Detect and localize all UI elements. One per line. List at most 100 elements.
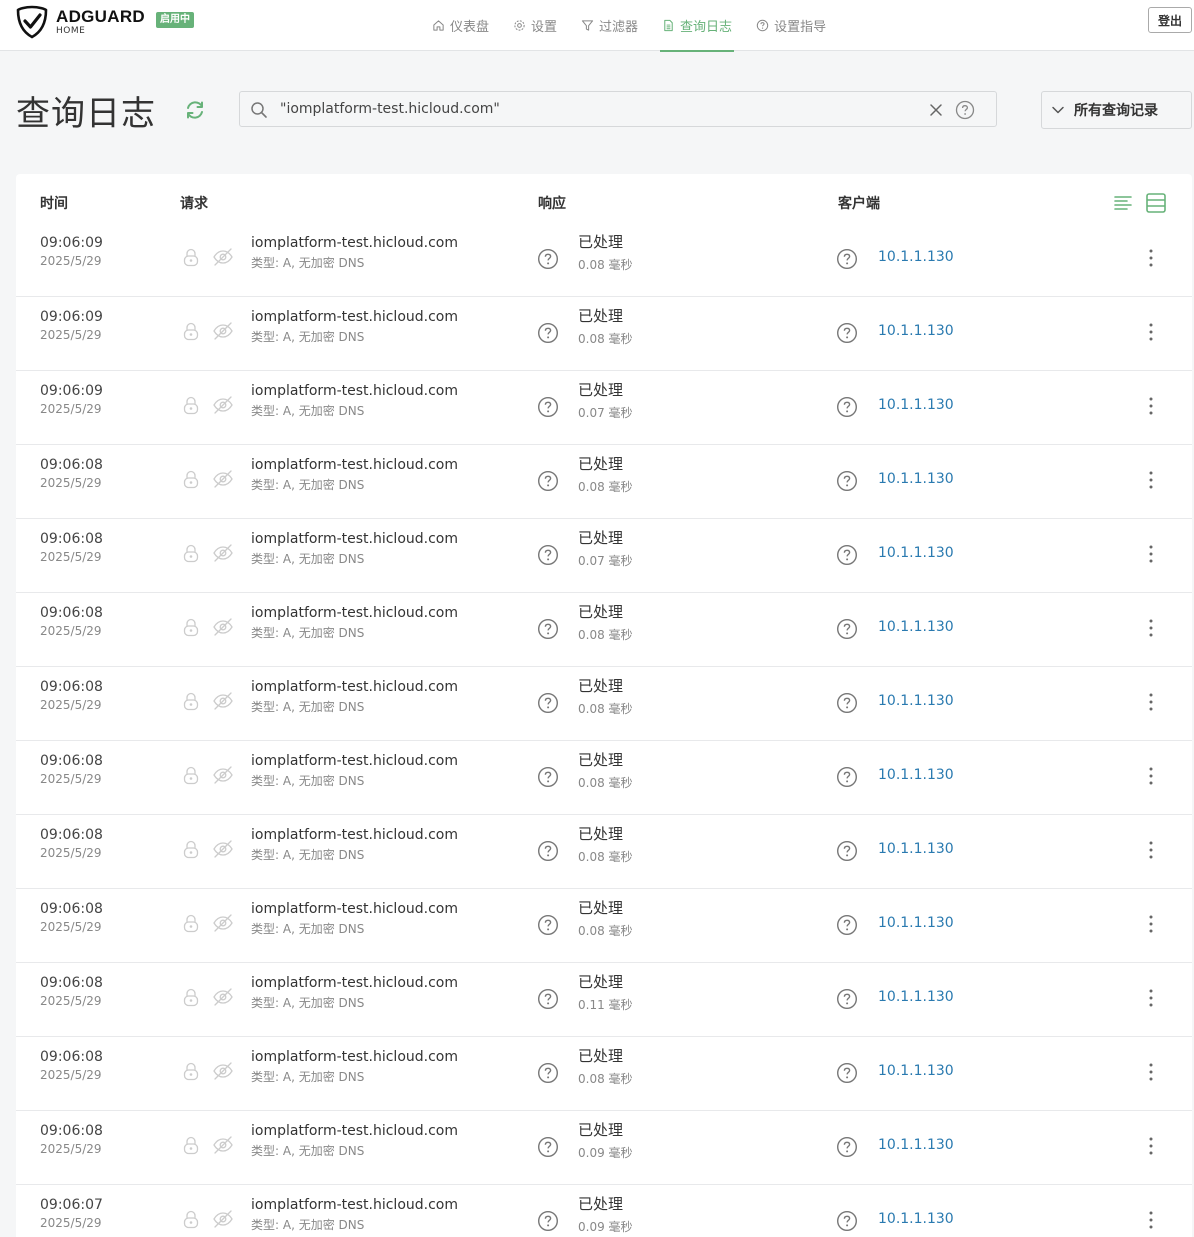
request-domain[interactable]: iomplatform-test.hicloud.com (251, 827, 458, 843)
request-domain[interactable]: iomplatform-test.hicloud.com (251, 605, 458, 621)
help-circle-icon[interactable] (836, 1210, 858, 1232)
help-circle-icon[interactable] (537, 692, 559, 714)
client-ip-link[interactable]: 10.1.1.130 (878, 1137, 954, 1153)
table-row[interactable]: 09:06:08 2025/5/29 iomplatform-test.hiclou… (16, 815, 1192, 889)
request-domain[interactable]: iomplatform-test.hicloud.com (251, 679, 458, 695)
help-circle-icon[interactable] (537, 988, 559, 1010)
nav-item-dashboard[interactable]: 仪表盘 (432, 0, 489, 51)
request-domain[interactable]: iomplatform-test.hicloud.com (251, 753, 458, 769)
column-header-response[interactable]: 响应 (538, 193, 566, 213)
help-circle-icon[interactable] (537, 396, 559, 418)
help-circle-icon[interactable] (537, 1136, 559, 1158)
help-circle-icon[interactable] (836, 544, 858, 566)
table-row[interactable]: 09:06:07 2025/5/29 iomplatform-test.hiclou… (16, 1185, 1192, 1237)
nav-item-settings[interactable]: 设置 (513, 0, 557, 51)
search-input[interactable] (280, 92, 920, 126)
help-circle-icon[interactable] (537, 1062, 559, 1084)
more-vertical-icon[interactable] (1143, 468, 1159, 492)
help-circle-icon[interactable] (537, 766, 559, 788)
more-vertical-icon[interactable] (1143, 320, 1159, 344)
more-vertical-icon[interactable] (1143, 690, 1159, 714)
help-circle-icon[interactable] (836, 470, 858, 492)
request-domain[interactable]: iomplatform-test.hicloud.com (251, 309, 458, 325)
table-row[interactable]: 09:06:08 2025/5/29 iomplatform-test.hiclou… (16, 593, 1192, 667)
logout-button[interactable]: 登出 (1148, 7, 1192, 33)
request-domain[interactable]: iomplatform-test.hicloud.com (251, 235, 458, 251)
request-domain[interactable]: iomplatform-test.hicloud.com (251, 457, 458, 473)
help-circle-icon[interactable] (537, 322, 559, 344)
column-header-time[interactable]: 时间 (40, 193, 68, 213)
client-ip-link[interactable]: 10.1.1.130 (878, 1211, 954, 1227)
more-vertical-icon[interactable] (1143, 986, 1159, 1010)
help-circle-icon[interactable] (836, 988, 858, 1010)
help-circle-icon[interactable] (537, 914, 559, 936)
column-header-request[interactable]: 请求 (180, 193, 208, 213)
client-ip-link[interactable]: 10.1.1.130 (878, 397, 954, 413)
table-row[interactable]: 09:06:09 2025/5/29 iomplatform-test.hiclou… (16, 297, 1192, 371)
close-icon[interactable] (929, 103, 943, 117)
help-circle-icon[interactable] (836, 248, 858, 270)
client-ip-link[interactable]: 10.1.1.130 (878, 989, 954, 1005)
nav-item-setup-guide[interactable]: 设置指导 (756, 0, 826, 51)
more-vertical-icon[interactable] (1143, 912, 1159, 936)
table-row[interactable]: 09:06:08 2025/5/29 iomplatform-test.hiclou… (16, 519, 1192, 593)
help-circle-icon[interactable] (836, 1136, 858, 1158)
more-vertical-icon[interactable] (1143, 1208, 1159, 1232)
help-circle-icon[interactable] (836, 322, 858, 344)
request-domain[interactable]: iomplatform-test.hicloud.com (251, 975, 458, 991)
table-row[interactable]: 09:06:08 2025/5/29 iomplatform-test.hiclou… (16, 889, 1192, 963)
help-circle-icon[interactable] (836, 396, 858, 418)
column-header-client[interactable]: 客户端 (838, 193, 880, 213)
client-ip-link[interactable]: 10.1.1.130 (878, 323, 954, 339)
more-vertical-icon[interactable] (1143, 616, 1159, 640)
table-row[interactable]: 09:06:08 2025/5/29 iomplatform-test.hiclou… (16, 1111, 1192, 1185)
client-ip-link[interactable]: 10.1.1.130 (878, 249, 954, 265)
help-circle-icon[interactable] (537, 840, 559, 862)
help-circle-icon[interactable] (537, 544, 559, 566)
client-ip-link[interactable]: 10.1.1.130 (878, 767, 954, 783)
request-domain[interactable]: iomplatform-test.hicloud.com (251, 1123, 458, 1139)
more-vertical-icon[interactable] (1143, 838, 1159, 862)
more-vertical-icon[interactable] (1143, 394, 1159, 418)
help-circle-icon[interactable] (836, 618, 858, 640)
help-circle-icon[interactable] (836, 692, 858, 714)
table-row[interactable]: 09:06:08 2025/5/29 iomplatform-test.hiclou… (16, 667, 1192, 741)
table-row[interactable]: 09:06:08 2025/5/29 iomplatform-test.hiclou… (16, 741, 1192, 815)
request-domain[interactable]: iomplatform-test.hicloud.com (251, 1049, 458, 1065)
table-row[interactable]: 09:06:08 2025/5/29 iomplatform-test.hiclou… (16, 963, 1192, 1037)
help-circle-icon[interactable] (836, 914, 858, 936)
request-domain[interactable]: iomplatform-test.hicloud.com (251, 531, 458, 547)
more-vertical-icon[interactable] (1143, 1134, 1159, 1158)
client-ip-link[interactable]: 10.1.1.130 (878, 1063, 954, 1079)
refresh-icon[interactable] (183, 98, 207, 122)
more-vertical-icon[interactable] (1143, 246, 1159, 270)
client-ip-link[interactable]: 10.1.1.130 (878, 841, 954, 857)
default-view-icon[interactable] (1145, 192, 1167, 214)
request-domain[interactable]: iomplatform-test.hicloud.com (251, 383, 458, 399)
logo[interactable]: ADGUARD HOME (14, 4, 145, 40)
help-circle-icon[interactable] (836, 1062, 858, 1084)
client-ip-link[interactable]: 10.1.1.130 (878, 619, 954, 635)
help-circle-icon[interactable] (537, 248, 559, 270)
table-row[interactable]: 09:06:08 2025/5/29 iomplatform-test.hiclou… (16, 445, 1192, 519)
more-vertical-icon[interactable] (1143, 764, 1159, 788)
request-domain[interactable]: iomplatform-test.hicloud.com (251, 1197, 458, 1213)
client-ip-link[interactable]: 10.1.1.130 (878, 545, 954, 561)
help-circle-icon[interactable] (537, 618, 559, 640)
client-ip-link[interactable]: 10.1.1.130 (878, 693, 954, 709)
client-ip-link[interactable]: 10.1.1.130 (878, 471, 954, 487)
table-row[interactable]: 09:06:08 2025/5/29 iomplatform-test.hiclou… (16, 1037, 1192, 1111)
nav-item-query-log[interactable]: 查询日志 (660, 0, 735, 52)
table-row[interactable]: 09:06:09 2025/5/29 iomplatform-test.hiclou… (16, 223, 1192, 297)
help-circle-icon[interactable] (836, 766, 858, 788)
request-domain[interactable]: iomplatform-test.hicloud.com (251, 901, 458, 917)
help-circle-icon[interactable] (836, 840, 858, 862)
nav-item-filters[interactable]: 过滤器 (581, 0, 638, 51)
help-circle-icon[interactable] (537, 470, 559, 492)
table-row[interactable]: 09:06:09 2025/5/29 iomplatform-test.hiclou… (16, 371, 1192, 445)
more-vertical-icon[interactable] (1143, 542, 1159, 566)
more-vertical-icon[interactable] (1143, 1060, 1159, 1084)
response-filter-select[interactable]: 所有查询记录 (1041, 91, 1192, 129)
help-circle-icon[interactable] (955, 100, 975, 120)
compact-view-icon[interactable] (1113, 193, 1133, 213)
